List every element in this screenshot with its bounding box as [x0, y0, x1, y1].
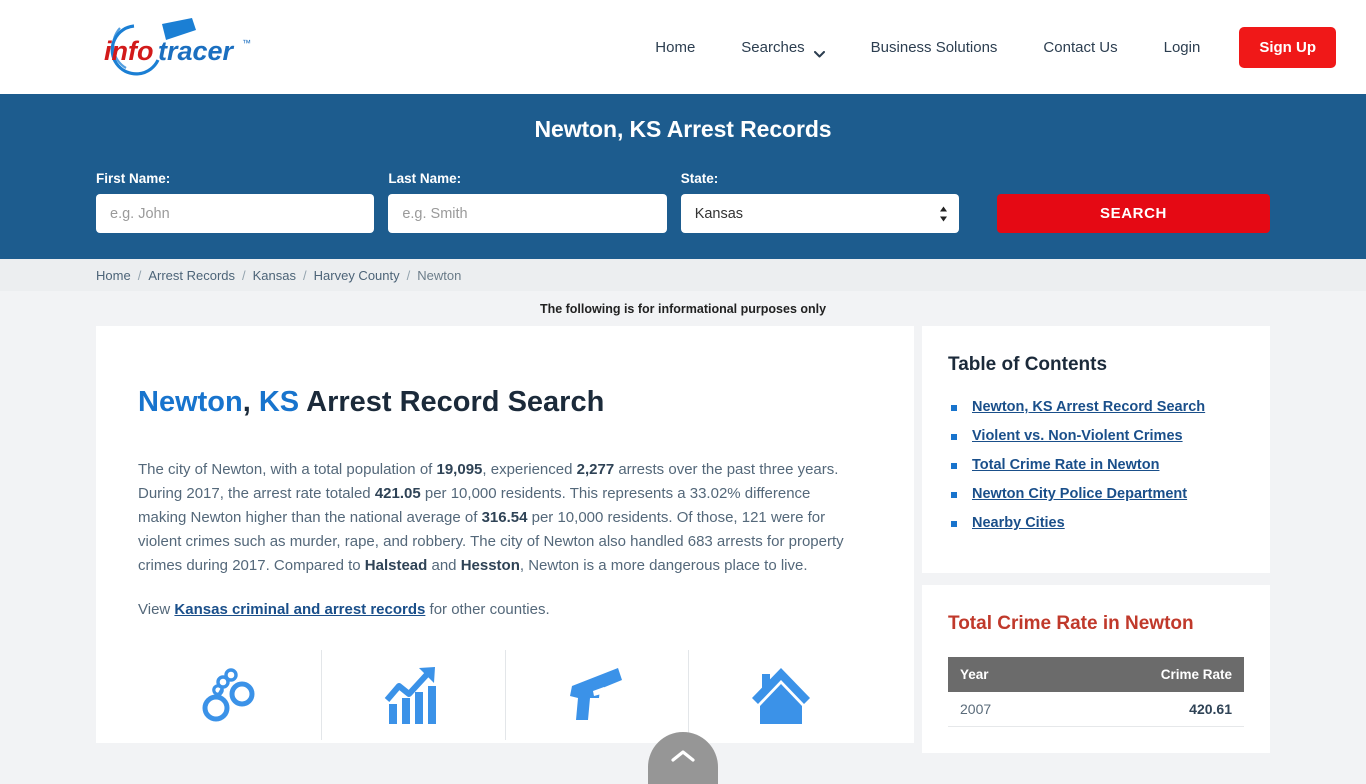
page-title-state: KS — [258, 386, 300, 418]
breadcrumb-item-home[interactable]: Home — [96, 268, 131, 283]
sign-up-button[interactable]: Sign Up — [1239, 26, 1336, 68]
category-property-crime[interactable] — [689, 650, 872, 740]
page-title: Newton, KS Arrest Record Search — [138, 385, 872, 420]
category-violent-crime[interactable] — [506, 649, 690, 740]
crime-rate-table: Year Crime Rate 2007 420.61 — [948, 657, 1244, 727]
bullet-square-icon — [951, 492, 957, 498]
state-select[interactable] — [680, 194, 960, 233]
list-item[interactable]: Total Crime Rate in Newton — [948, 456, 1244, 475]
table-header-row: Year Crime Rate — [948, 657, 1244, 692]
nav-label: Login — [1163, 38, 1201, 56]
page-body: Newton, KS Arrest Record Search The city… — [0, 326, 1366, 753]
breadcrumb: Home / Arrest Records / Kansas / Harvey … — [0, 259, 1366, 291]
total-crime-rate-card: Total Crime Rate in Newton Year Crime Ra… — [922, 585, 1270, 753]
bullet-square-icon — [951, 521, 957, 527]
breadcrumb-separator: / — [137, 267, 142, 283]
cell-crime-rate: 420.61 — [1056, 692, 1244, 727]
cell-year: 2007 — [948, 692, 1057, 727]
category-handcuffs[interactable] — [138, 649, 322, 740]
breadcrumb-item-harvey-county[interactable]: Harvey County — [314, 268, 400, 283]
hero-title: Newton, KS Arrest Records — [534, 116, 832, 142]
bullet-square-icon — [951, 405, 957, 411]
view-suffix-text: for other counties. — [425, 600, 550, 618]
table-row: 2007 420.61 — [948, 692, 1244, 727]
total-crime-rate-title: Total Crime Rate in Newton — [948, 613, 1194, 634]
breadcrumb-separator: / — [303, 267, 307, 283]
nav-item-searches[interactable]: Searches — [718, 29, 847, 66]
nav-item-home[interactable]: Home — [632, 29, 718, 66]
search-button[interactable]: SEARCH — [997, 194, 1270, 233]
svg-text:info: info — [104, 36, 153, 66]
category-crime-trend[interactable] — [322, 649, 506, 740]
nav-item-business-solutions[interactable]: Business Solutions — [848, 29, 1021, 66]
last-name-field-group: Last Name: — [388, 171, 667, 233]
breadcrumb-item-arrest-records[interactable]: Arrest Records — [148, 268, 235, 283]
nav-label: Business Solutions — [870, 38, 998, 56]
hero-search-banner: Newton, KS Arrest Records First Name: La… — [0, 94, 1366, 259]
list-item[interactable]: Nearby Cities — [948, 514, 1244, 533]
summary-paragraph: The city of Newton, with a total populat… — [138, 460, 844, 574]
house-icon — [750, 664, 812, 729]
table-of-contents-card: Table of Contents Newton, KS Arrest Reco… — [922, 326, 1270, 573]
breadcrumb-separator: / — [242, 267, 246, 283]
chevron-down-icon — [813, 45, 825, 57]
table-of-contents-title: Table of Contents — [948, 354, 1108, 375]
page-title-comma: , — [242, 386, 251, 418]
view-prefix-text: View — [138, 600, 175, 618]
svg-text:™: ™ — [242, 38, 251, 48]
list-item[interactable]: Newton City Police Department — [948, 485, 1244, 504]
sidebar: Table of Contents Newton, KS Arrest Reco… — [922, 326, 1270, 753]
last-name-label: Last Name: — [388, 171, 462, 186]
other-counties-paragraph: View Kansas criminal and arrest records … — [138, 598, 860, 622]
column-header-crime-rate: Crime Rate — [1056, 657, 1244, 692]
page-title-rest: Arrest Record Search — [306, 386, 605, 418]
nav-item-login[interactable]: Login — [1141, 29, 1224, 66]
breadcrumb-item-kansas[interactable]: Kansas — [253, 268, 296, 283]
infotracer-logo[interactable]: info tracer ™ — [96, 12, 276, 82]
first-name-field-group: First Name: — [96, 171, 375, 233]
main-navigation: Home Searches Business Solutions Contact… — [632, 26, 1336, 68]
svg-text:tracer: tracer — [158, 36, 235, 66]
handgun-icon — [566, 664, 628, 729]
toc-link-total-crime-rate[interactable]: Total Crime Rate in Newton — [972, 456, 1159, 475]
list-item[interactable]: Violent vs. Non-Violent Crimes — [948, 427, 1244, 446]
search-form: First Name: Last Name: State: SEARCH — [0, 171, 1366, 233]
trending-up-chart-icon — [383, 664, 443, 729]
category-icon-row — [138, 649, 872, 740]
chevron-up-icon — [671, 749, 695, 768]
first-name-input[interactable] — [96, 194, 375, 233]
handcuffs-icon — [202, 664, 256, 729]
kansas-records-link[interactable]: Kansas criminal and arrest records — [174, 601, 425, 618]
breadcrumb-item-newton: Newton — [417, 267, 462, 283]
nav-label: Searches — [741, 38, 805, 56]
state-label: State: — [680, 171, 719, 186]
table-of-contents-list: Newton, KS Arrest Record Search Violent … — [948, 398, 1244, 533]
informational-notice: The following is for informational purpo… — [0, 291, 1366, 326]
toc-link-police-department[interactable]: Newton City Police Department — [972, 485, 1187, 504]
breadcrumb-separator: / — [406, 267, 411, 283]
nav-label: Contact Us — [1043, 38, 1118, 56]
page-title-city: Newton — [138, 386, 243, 418]
column-header-year: Year — [948, 657, 1057, 692]
toc-link-violent-vs-nonviolent[interactable]: Violent vs. Non-Violent Crimes — [972, 427, 1183, 446]
list-item[interactable]: Newton, KS Arrest Record Search — [948, 398, 1244, 417]
main-content-card: Newton, KS Arrest Record Search The city… — [96, 326, 914, 743]
nav-item-contact-us[interactable]: Contact Us — [1020, 29, 1140, 66]
nav-label: Home — [655, 38, 696, 56]
last-name-input[interactable] — [388, 194, 667, 233]
toc-link-arrest-record-search[interactable]: Newton, KS Arrest Record Search — [972, 398, 1205, 417]
toc-link-nearby-cities[interactable]: Nearby Cities — [972, 514, 1065, 533]
bullet-square-icon — [951, 434, 957, 440]
bullet-square-icon — [951, 463, 957, 469]
state-field-group: State: — [680, 171, 960, 233]
site-header: info tracer ™ Home Searches Business Sol… — [0, 0, 1366, 94]
first-name-label: First Name: — [96, 171, 171, 186]
